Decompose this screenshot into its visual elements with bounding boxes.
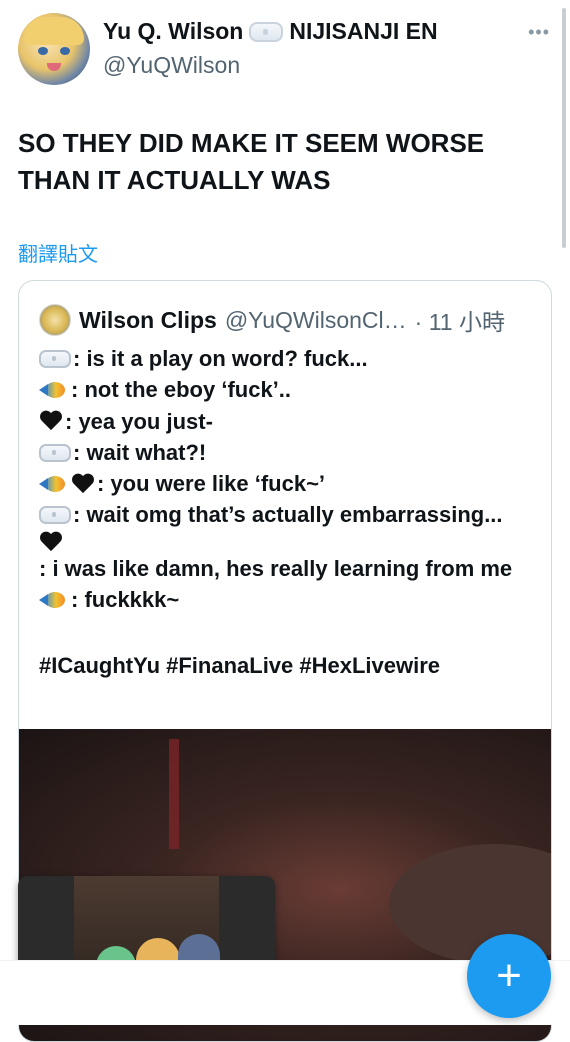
goggles-icon (249, 21, 284, 42)
tweet-text: SO THEY DID MAKE IT SEEM WORSE THAN IT A… (18, 128, 485, 195)
quoted-author-handle[interactable]: @YuQWilsonCl… (225, 307, 407, 334)
quote-line: : not the eboy ‘fuck’.. (39, 374, 529, 405)
quote-line-text: : wait omg that’s actually embarrassing.… (73, 502, 503, 528)
quote-line: : i was like damn, hes really learning f… (39, 531, 529, 584)
black-heart-icon (71, 473, 95, 495)
quote-line: : is it a play on word? fuck... (39, 343, 529, 374)
quoted-tweet-header: Wilson Clips @YuQWilsonCl… · 11 小時 (39, 303, 505, 337)
avatar-eye-left (38, 47, 48, 55)
quote-line: : you were like ‘fuck~’ (39, 468, 529, 499)
tropical-fish-icon (39, 380, 69, 400)
quote-line-text: : yea you just- (65, 408, 213, 434)
avatar-mouth (47, 63, 61, 71)
hashtags[interactable]: #ICaughtYu #FinanaLive #HexLivewire (39, 650, 529, 681)
quote-line-text: : i was like damn, hes really learning f… (39, 555, 513, 581)
more-horizontal-icon[interactable]: ••• (528, 22, 550, 43)
plus-icon: + (496, 951, 522, 1000)
author-avatar[interactable] (18, 13, 90, 85)
black-heart-icon (39, 410, 63, 432)
quote-line: : yea you just- (39, 406, 529, 437)
scrollbar[interactable] (562, 8, 566, 248)
quote-line-text: : not the eboy ‘fuck’.. (71, 377, 292, 403)
video-scene-pillar (169, 739, 179, 849)
author-affiliation: NIJISANJI EN (289, 18, 438, 44)
quote-line: : wait what?! (39, 437, 529, 468)
quoted-author-avatar[interactable] (39, 304, 71, 336)
tropical-fish-icon (39, 474, 69, 494)
quoted-tweet-text: : is it a play on word? fuck... : not th… (39, 343, 529, 682)
tropical-fish-icon (39, 590, 69, 610)
black-heart-icon (39, 531, 63, 553)
author-name-row[interactable]: Yu Q. Wilson NIJISANJI EN (103, 18, 438, 45)
goggles-icon (39, 443, 71, 462)
compose-button[interactable]: + (467, 934, 551, 1018)
quote-line-text: : fuckkkk~ (71, 587, 180, 613)
avatar-hair (24, 17, 84, 45)
avatar-eye-right (60, 47, 70, 55)
translate-post-link[interactable]: 翻譯貼文 (18, 238, 98, 267)
quote-line: : fuckkkk~ (39, 584, 529, 615)
goggles-icon (39, 349, 71, 368)
goggles-icon (39, 506, 71, 525)
quote-line-text: : you were like ‘fuck~’ (97, 471, 326, 497)
quote-line-text: : is it a play on word? fuck... (73, 346, 368, 371)
quoted-author-name[interactable]: Wilson Clips (79, 307, 217, 334)
quote-line-text: : wait what?! (73, 439, 207, 465)
author-handle[interactable]: @YuQWilson (103, 52, 240, 79)
quote-line: : wait omg that’s actually embarrassing.… (39, 499, 529, 530)
author-name[interactable]: Yu Q. Wilson (103, 18, 243, 45)
quoted-timestamp[interactable]: · 11 小時 (415, 303, 505, 337)
